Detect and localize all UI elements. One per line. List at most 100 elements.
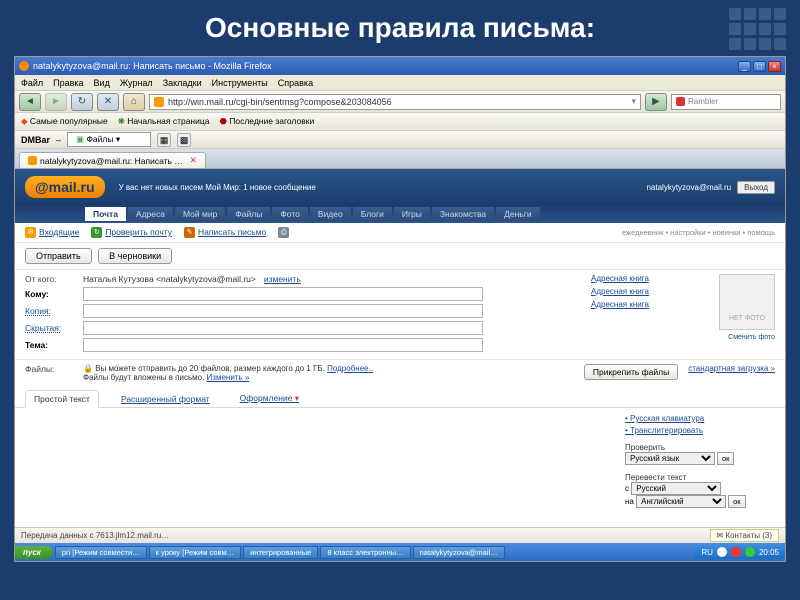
lock-icon: 🔒 [83,364,93,373]
tr-ok[interactable]: ок [728,495,745,508]
link-print[interactable]: ⎙ [278,227,292,238]
tr-to[interactable]: Английский [636,495,726,508]
cc-field[interactable] [83,304,483,318]
start-button[interactable]: пуск [15,546,53,559]
bookmark-start[interactable]: ❋ Начальная страница [118,116,210,127]
task-5[interactable]: natalykytyzova@mail… [413,546,505,559]
minimize-button[interactable]: _ [738,61,751,72]
bcc-field[interactable] [83,321,483,335]
subj-label: Тема: [25,340,83,350]
files-more[interactable]: Подробнее.. [327,364,373,373]
trans-link[interactable]: • Транслитерировать [625,426,775,435]
window-titlebar: natalykytyzova@mail.ru: Написать письмо … [15,57,785,75]
tab-label: natalykytyzova@mail.ru: Написать … [40,156,183,166]
files-change[interactable]: Изменить » [207,373,250,382]
change-photo[interactable]: Сменить фото [728,334,775,341]
home-button[interactable]: ⌂ [123,93,145,111]
link-compose[interactable]: ✎Написать письмо [184,227,266,238]
forward-button[interactable]: ► [45,93,67,111]
fmt-plain[interactable]: Простой текст [25,390,99,408]
tab-close-icon[interactable]: ✕ [190,155,197,166]
tray-icon-2[interactable] [731,547,741,557]
contacts-popup[interactable]: ✉ Контакты (3) [710,529,780,542]
search-engine-icon [676,97,685,106]
fmt-rich[interactable]: Расширенный формат [113,391,218,407]
fmt-style[interactable]: Оформление ▾ [232,390,307,407]
menu-file[interactable]: Файл [21,78,43,88]
task-2[interactable]: к уроку [Режим совм… [149,546,241,559]
kb-link[interactable]: • Русская клавиатура [625,414,775,423]
search-box[interactable]: Rambler [671,94,781,110]
links-right: ежедневник • настройки • новинки • помощ… [622,228,775,237]
avatar[interactable]: НЕТ ФОТО [719,274,775,330]
logout-button[interactable]: Выход [737,181,775,194]
check-label: Проверить [625,443,775,452]
menu-tools[interactable]: Инструменты [212,78,268,88]
dmbar: DMBar – ▣ Файлы ▾ ▦ ▩ [15,131,785,149]
firefox-icon [19,61,29,71]
url-bar[interactable]: http://win.mail.ru/cgi-bin/sentmsg?compo… [149,94,641,110]
tab-dating[interactable]: Знакомства [432,207,494,221]
dmbar-files[interactable]: ▣ Файлы ▾ [67,132,151,147]
bookmark-popular[interactable]: ◆ Самые популярные [21,116,108,127]
clock[interactable]: 20:05 [759,548,779,557]
link-inbox[interactable]: ✉Входящие [25,227,79,238]
tab-myworld[interactable]: Мой мир [175,207,225,221]
tab-blogs[interactable]: Блоги [353,207,392,221]
dmbar-btn2[interactable]: ▩ [177,133,191,147]
lang-select[interactable]: Русский язык [625,452,715,465]
menu-bookmarks[interactable]: Закладки [163,78,202,88]
bookmark-latest[interactable]: ⬣ Последние заголовки [219,116,314,127]
attach-button[interactable]: Прикрепить файлы [584,364,678,380]
tab-money[interactable]: Деньги [496,207,539,221]
menu-view[interactable]: Вид [94,78,110,88]
system-tray: RU 20:05 [695,545,785,559]
subj-field[interactable] [83,338,483,352]
compose-form: От кого: Наталья Кутузова <natalykytyzov… [15,270,785,359]
tr-from[interactable]: Русский [631,482,721,495]
tab-video[interactable]: Видео [310,207,351,221]
tab-mail[interactable]: Почта [85,207,126,221]
menu-history[interactable]: Журнал [120,78,153,88]
drafts-button[interactable]: В черновики [98,248,172,264]
from-label: От кого: [25,274,83,284]
tab-icon [28,156,37,165]
menu-help[interactable]: Справка [278,78,313,88]
stop-button[interactable]: ✕ [97,93,119,111]
tab-photo[interactable]: Фото [272,207,308,221]
to-field[interactable] [83,287,483,301]
tab-active[interactable]: natalykytyzova@mail.ru: Написать … ✕ [19,152,206,168]
account-link[interactable]: natalykytyzova@mail.ru [646,183,731,192]
tab-games[interactable]: Игры [394,207,430,221]
message-body[interactable] [15,408,615,498]
mail-logo[interactable]: @mail.ru [25,176,105,198]
window-title: natalykytyzova@mail.ru: Написать письмо … [33,61,272,71]
send-button[interactable]: Отправить [25,248,92,264]
bcc-label: Скрытая: [25,323,83,333]
reload-button[interactable]: ↻ [71,93,93,111]
task-4[interactable]: 8 класс электронны… [320,546,410,559]
dmbar-btn1[interactable]: ▦ [157,133,171,147]
task-3[interactable]: интегрированные [243,546,318,559]
link-check[interactable]: ↻Проверить почту [91,227,172,238]
search-placeholder: Rambler [688,97,718,106]
tab-addresses[interactable]: Адреса [128,207,173,221]
content: @mail.ru У вас нет новых писем Мой Мир: … [15,169,785,545]
menu-edit[interactable]: Правка [53,78,83,88]
tray-icon-1[interactable] [717,547,727,557]
tab-files[interactable]: Файлы [227,207,270,221]
check-ok[interactable]: ок [717,452,734,465]
maximize-button[interactable]: □ [753,61,766,72]
go-button[interactable]: ▶ [645,93,667,111]
task-1[interactable]: pri [Режим совмести… [55,546,147,559]
back-button[interactable]: ◄ [19,93,41,111]
close-button[interactable]: × [768,61,781,72]
tray-icon-3[interactable] [745,547,755,557]
files-row: Файлы: 🔒 Вы можете отправить до 20 файло… [15,359,785,386]
standard-upload[interactable]: стандартная загрузка » [688,364,775,373]
from-change[interactable]: изменить [264,274,301,284]
lang-ind[interactable]: RU [701,548,713,557]
translate-label: Перевести текст [625,473,775,482]
url-text: http://win.mail.ru/cgi-bin/sentmsg?compo… [168,97,392,107]
side-panel: • Русская клавиатура • Транслитерировать… [615,408,785,514]
